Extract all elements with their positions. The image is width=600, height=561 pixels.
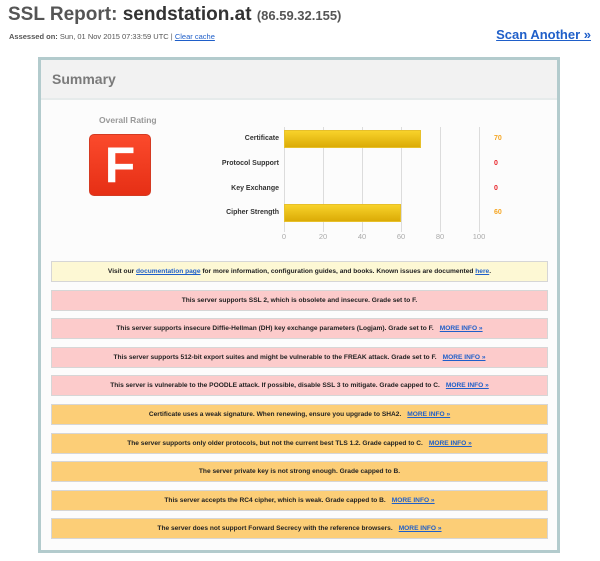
more-info-link[interactable]: MORE INFO » [440,325,483,332]
hostname: sendstation.at [122,4,252,25]
notice-text: for more information, configuration guid… [200,268,476,275]
notice-text: . [489,268,492,275]
more-info-link[interactable]: MORE INFO » [392,497,435,504]
category-label: Protocol Support [221,160,279,167]
notice-error: This server supports 512-bit export suit… [51,347,548,368]
notice-warning: The server does not support Forward Secr… [51,518,548,539]
known-issues-link[interactable]: here [475,268,489,275]
separator: | [170,32,173,41]
assessed-on: Assessed on: Sun, 01 Nov 2015 07:33:59 U… [9,32,215,41]
category-label: Certificate [244,135,279,142]
ip-address: (86.59.32.155) [256,8,342,23]
notice-text: The server private key is not strong eno… [198,468,401,475]
rating-chart: 0 20 40 60 80 100 Certificate 70 Protocol Suppor… [41,60,557,260]
category-label: Cipher Strength [226,209,279,216]
more-info-link[interactable]: MORE INFO » [429,440,472,447]
bar [284,204,401,222]
page-title: SSL Report: sendstation.at (86.59.32.155… [8,4,341,26]
bar [284,130,421,148]
clear-cache-link[interactable]: Clear cache [175,32,215,41]
notice-text: The server supports only older protocols… [127,440,423,447]
notice-error: This server supports SSL 2, which is obs… [51,290,548,311]
x-tick-label: 0 [281,232,287,241]
score-value: 70 [494,135,502,142]
assessed-label: Assessed on: [9,32,58,41]
notice-text: This server supports SSL 2, which is obs… [181,297,418,304]
notice-text: Certificate uses a weak signature. When … [148,411,402,418]
x-tick-label: 20 [318,232,328,241]
more-info-link[interactable]: MORE INFO » [407,411,450,418]
notice-text: The server does not support Forward Secr… [157,525,393,532]
x-tick-label: 60 [396,232,406,241]
score-value: 60 [494,209,502,216]
notice-warning: Certificate uses a weak signature. When … [51,404,548,425]
notice-warning: The server supports only older protocols… [51,433,548,454]
notice-warning: This server accepts the RC4 cipher, whic… [51,490,548,511]
x-tick-label: 40 [357,232,367,241]
notice-text: This server supports 512-bit export suit… [113,354,437,361]
score-value: 0 [494,160,498,167]
notice-info: Visit our documentation page for more in… [51,261,548,282]
gridline [479,127,480,232]
notice-error: This server supports insecure Diffie-Hel… [51,318,548,339]
notice-text: This server accepts the RC4 cipher, whic… [164,497,386,504]
notice-error: This server is vulnerable to the POODLE … [51,375,548,396]
notice-warning: The server private key is not strong eno… [51,461,548,482]
summary-card: Summary Overall Rating F 0 20 40 60 80 100 Cer… [38,57,560,553]
gridline [440,127,441,232]
more-info-link[interactable]: MORE INFO » [443,354,486,361]
x-tick-label: 100 [472,232,486,241]
notice-text: This server is vulnerable to the POODLE … [110,382,440,389]
more-info-link[interactable]: MORE INFO » [399,525,442,532]
category-label: Key Exchange [231,185,279,192]
title-prefix: SSL Report: [8,4,123,25]
x-tick-label: 80 [435,232,445,241]
more-info-link[interactable]: MORE INFO » [446,382,489,389]
notice-text: Visit our [107,268,137,275]
notice-text: This server supports insecure Diffie-Hel… [116,325,434,332]
assessed-value: Sun, 01 Nov 2015 07:33:59 UTC [59,32,169,41]
scan-another-link[interactable]: Scan Another » [496,27,591,42]
documentation-link[interactable]: documentation page [136,268,200,275]
score-value: 0 [494,185,498,192]
